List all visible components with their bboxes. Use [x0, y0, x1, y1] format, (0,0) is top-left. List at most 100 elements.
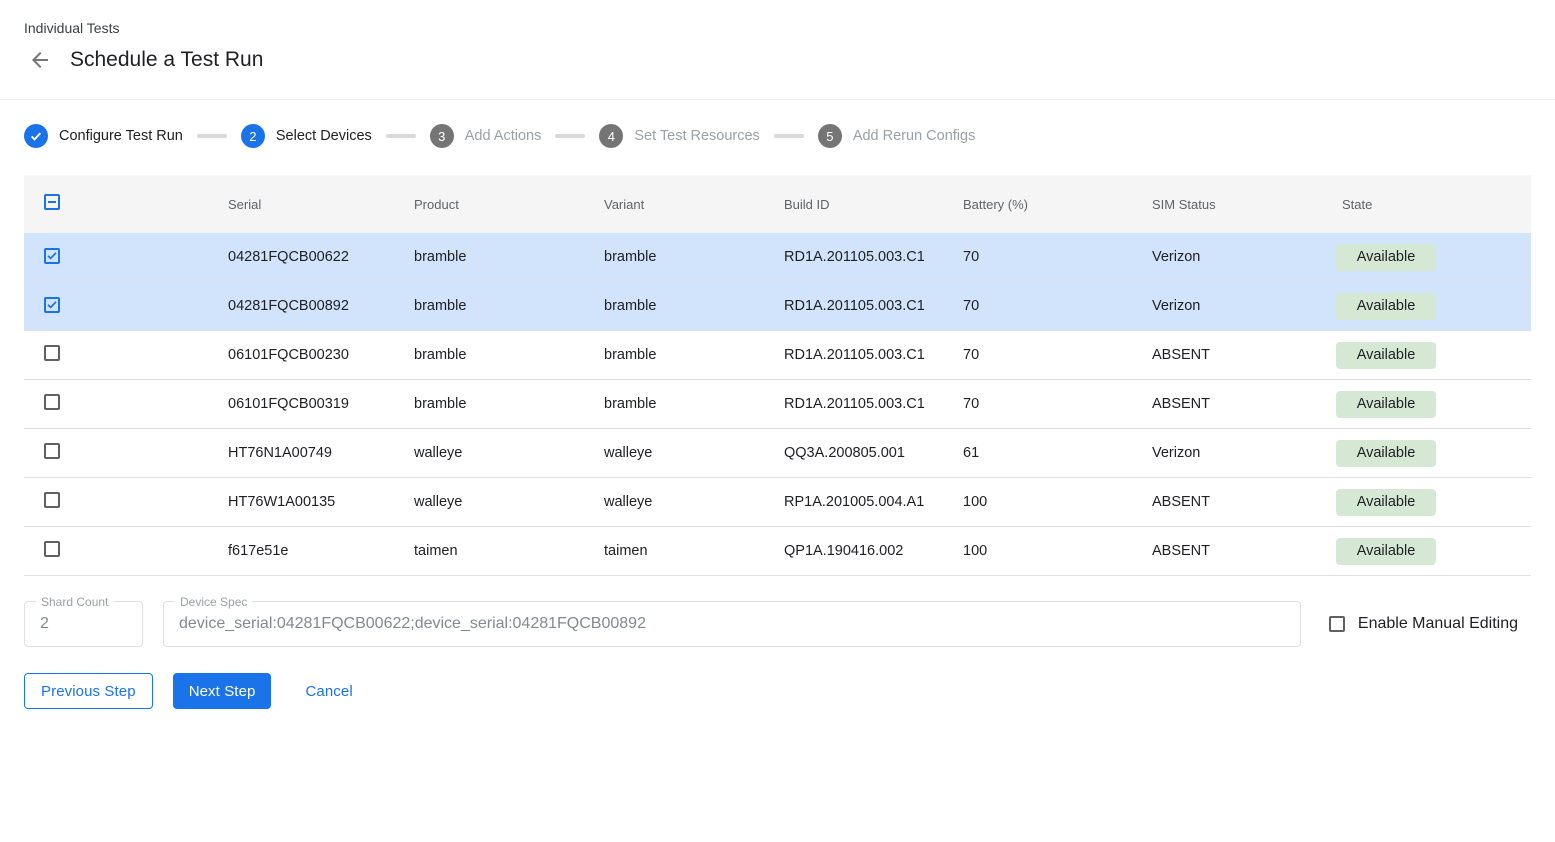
- step-connector-line: [774, 134, 804, 138]
- enable-manual-editing-checkbox[interactable]: [1329, 616, 1345, 632]
- cell-variant: walleye: [584, 494, 764, 510]
- enable-manual-editing-label: Enable Manual Editing: [1358, 615, 1518, 633]
- next-step-button[interactable]: Next Step: [173, 673, 272, 709]
- device-row[interactable]: 06101FQCB00230 bramble bramble RD1A.2011…: [24, 331, 1531, 380]
- row-checkbox-cell: [24, 394, 208, 414]
- cell-variant: bramble: [584, 396, 764, 412]
- row-checkbox[interactable]: [44, 345, 60, 361]
- stepper-step[interactable]: 2 Select Devices: [241, 124, 372, 148]
- step-label: Select Devices: [276, 128, 372, 144]
- cell-build-id: RD1A.201105.003.C1: [764, 347, 943, 363]
- cell-variant: walleye: [584, 445, 764, 461]
- row-checkbox-cell: [24, 297, 208, 316]
- stepper-step[interactable]: 5 Add Rerun Configs: [818, 124, 976, 148]
- cell-product: walleye: [394, 494, 584, 510]
- device-row[interactable]: 04281FQCB00892 bramble bramble RD1A.2011…: [24, 282, 1531, 331]
- cell-build-id: RP1A.201005.004.A1: [764, 494, 943, 510]
- shard-count-label: Shard Count: [36, 594, 113, 610]
- step-number-circle: 3: [430, 124, 454, 148]
- cell-serial: 04281FQCB00892: [208, 298, 394, 314]
- cell-serial: 06101FQCB00319: [208, 396, 394, 412]
- cell-sim-status: Verizon: [1132, 298, 1322, 314]
- step-number-circle: 5: [818, 124, 842, 148]
- select-all-checkbox[interactable]: [44, 194, 60, 210]
- row-checkbox[interactable]: [44, 394, 60, 410]
- step-label: Add Actions: [465, 128, 542, 144]
- device-spec-section: Shard Count Device Spec Enable Manual Ed…: [24, 601, 1531, 647]
- device-spec-input[interactable]: [164, 615, 1300, 633]
- cell-serial: HT76W1A00135: [208, 494, 394, 510]
- cell-serial: 06101FQCB00230: [208, 347, 394, 363]
- cell-sim-status: Verizon: [1132, 445, 1322, 461]
- row-checkbox-cell: [24, 248, 208, 267]
- device-state-badge: Available: [1336, 440, 1436, 467]
- row-checkbox[interactable]: [44, 443, 60, 459]
- cell-state: Available: [1322, 293, 1531, 320]
- column-header-serial: Serial: [208, 197, 394, 212]
- step-label: Add Rerun Configs: [853, 128, 976, 144]
- stepper: Configure Test Run 2 Select Devices 3 Ad…: [0, 100, 1555, 175]
- row-checkbox[interactable]: [44, 492, 60, 508]
- cell-variant: bramble: [584, 249, 764, 265]
- device-state-badge: Available: [1336, 244, 1436, 271]
- cell-state: Available: [1322, 489, 1531, 516]
- cell-build-id: RD1A.201105.003.C1: [764, 249, 943, 265]
- cell-battery: 100: [943, 494, 1132, 510]
- action-bar: Previous Step Next Step Cancel: [24, 673, 1531, 709]
- device-row[interactable]: HT76W1A00135 walleye walleye RP1A.201005…: [24, 478, 1531, 527]
- device-state-badge: Available: [1336, 293, 1436, 320]
- device-spec-label: Device Spec: [175, 594, 252, 610]
- step-connector-line: [197, 134, 227, 138]
- stepper-step[interactable]: Configure Test Run: [24, 124, 183, 148]
- cell-product: bramble: [394, 298, 584, 314]
- row-checkbox[interactable]: [44, 297, 60, 313]
- stepper-step[interactable]: 3 Add Actions: [430, 124, 542, 148]
- step-connector-line: [555, 134, 585, 138]
- table-body: 04281FQCB00622 bramble bramble RD1A.2011…: [24, 233, 1531, 576]
- device-state-badge: Available: [1336, 342, 1436, 369]
- page-title: Schedule a Test Run: [70, 48, 263, 72]
- cell-product: taimen: [394, 543, 584, 559]
- table-header-row: SerialProductVariantBuild IDBattery (%)S…: [24, 175, 1531, 233]
- device-state-badge: Available: [1336, 538, 1436, 565]
- device-row[interactable]: 06101FQCB00319 bramble bramble RD1A.2011…: [24, 380, 1531, 429]
- cell-variant: bramble: [584, 298, 764, 314]
- enable-manual-editing-toggle[interactable]: Enable Manual Editing: [1329, 615, 1518, 633]
- cancel-button[interactable]: Cancel: [291, 673, 366, 709]
- column-header-build-id: Build ID: [764, 197, 943, 212]
- cell-product: bramble: [394, 249, 584, 265]
- row-checkbox[interactable]: [44, 248, 60, 264]
- device-row[interactable]: f617e51e taimen taimen QP1A.190416.002 1…: [24, 527, 1531, 576]
- cell-battery: 70: [943, 298, 1132, 314]
- back-arrow-icon[interactable]: [28, 48, 52, 72]
- step-connector-line: [386, 134, 416, 138]
- previous-step-button[interactable]: Previous Step: [24, 673, 153, 709]
- row-checkbox[interactable]: [44, 541, 60, 557]
- shard-count-input[interactable]: [25, 615, 142, 633]
- cell-build-id: RD1A.201105.003.C1: [764, 396, 943, 412]
- device-state-badge: Available: [1336, 391, 1436, 418]
- breadcrumb: Individual Tests: [24, 20, 1531, 36]
- cell-product: bramble: [394, 396, 584, 412]
- cell-product: walleye: [394, 445, 584, 461]
- cell-serial: HT76N1A00749: [208, 445, 394, 461]
- row-checkbox-cell: [24, 345, 208, 365]
- select-all-cell: [24, 194, 208, 214]
- cell-state: Available: [1322, 342, 1531, 369]
- step-number-circle: 4: [599, 124, 623, 148]
- column-header-battery: Battery (%): [943, 197, 1132, 212]
- column-header-sim-status: SIM Status: [1132, 197, 1322, 212]
- device-spec-field[interactable]: Device Spec: [163, 601, 1301, 647]
- column-header-variant: Variant: [584, 197, 764, 212]
- cell-battery: 70: [943, 249, 1132, 265]
- shard-count-field[interactable]: Shard Count: [24, 601, 143, 647]
- stepper-step[interactable]: 4 Set Test Resources: [599, 124, 759, 148]
- device-row[interactable]: 04281FQCB00622 bramble bramble RD1A.2011…: [24, 233, 1531, 282]
- cell-serial: f617e51e: [208, 543, 394, 559]
- column-header-product: Product: [394, 197, 584, 212]
- step-label: Configure Test Run: [59, 128, 183, 144]
- cell-sim-status: ABSENT: [1132, 347, 1322, 363]
- device-state-badge: Available: [1336, 489, 1436, 516]
- device-row[interactable]: HT76N1A00749 walleye walleye QQ3A.200805…: [24, 429, 1531, 478]
- cell-sim-status: ABSENT: [1132, 494, 1322, 510]
